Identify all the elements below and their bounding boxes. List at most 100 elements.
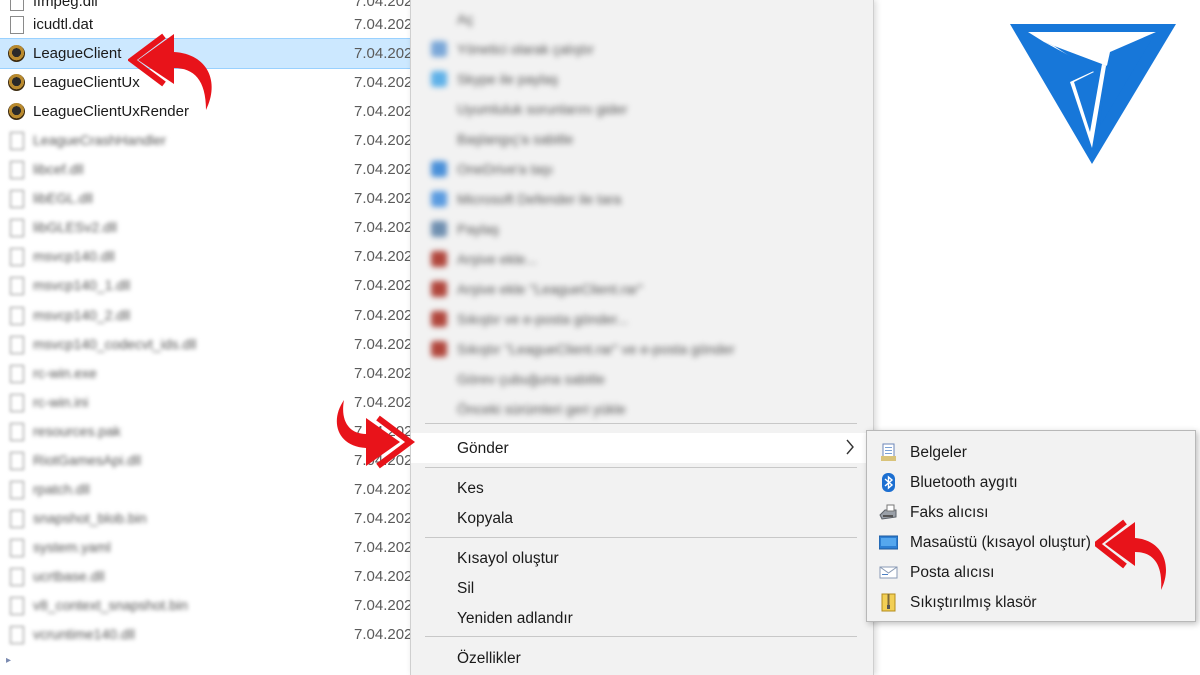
file-row[interactable]: msvcp140_2.dll 7.04.202	[0, 301, 412, 330]
menu-item-icon	[431, 311, 447, 327]
menu-item-icon	[431, 41, 447, 57]
file-name: LeagueCrashHandler	[33, 132, 167, 149]
blurred-menu-item[interactable]: Aç	[431, 8, 473, 30]
submenu-item-label: Belgeler	[910, 444, 967, 461]
file-date: 7.04.202	[354, 132, 413, 150]
league-app-icon	[8, 45, 25, 63]
menu-item-cut[interactable]: Kes	[411, 473, 871, 503]
file-row[interactable]: LeagueCrashHandler 7.04.202	[0, 126, 413, 155]
menu-item-icon	[431, 281, 447, 297]
submenu-item-label: Sıkıştırılmış klasör	[910, 594, 1037, 611]
file-row[interactable]: msvcp140_1.dll 7.04.202	[0, 271, 413, 300]
red-arrow-annotation-icon	[128, 33, 212, 110]
submenu-item-label: Masaüstü (kısayol oluştur)	[910, 534, 1091, 551]
file-name: msvcp140.dll	[33, 248, 115, 265]
file-date: 7.04.202	[354, 16, 413, 33]
blurred-menu-item[interactable]: Microsoft Defender ile tara	[431, 188, 621, 210]
menu-item-icon	[431, 191, 447, 207]
file-date: 7.04.202	[354, 597, 413, 614]
file-icon	[8, 277, 24, 296]
file-name: v8_context_snapshot.bin	[33, 597, 188, 613]
brand-logo	[1010, 24, 1176, 164]
file-date: 7.04.202	[354, 335, 413, 353]
file-date: 7.04.202	[354, 277, 413, 295]
file-row[interactable]: ucrtbase.dll 7.04.202	[0, 562, 412, 591]
file-row[interactable]: libGLESv2.dll 7.04.202	[0, 213, 413, 242]
file-icon	[8, 597, 24, 615]
file-name: rc-win.ini	[33, 393, 89, 410]
zip-folder-icon	[879, 593, 898, 612]
file-row[interactable]: libEGL.dll 7.04.202	[0, 184, 413, 213]
blurred-menu-item[interactable]: Arşive ekle...	[431, 248, 537, 270]
submenu-item-label: Posta alıcısı	[910, 564, 995, 581]
red-arrow-annotation-icon	[336, 400, 415, 469]
file-name: snapshot_blob.bin	[33, 509, 147, 526]
file-row[interactable]: msvcp140.dll 7.04.202	[0, 242, 412, 271]
menu-item-icon	[431, 71, 447, 87]
menu-item-label: Sıkıştır ve e-posta gönder...	[457, 311, 629, 327]
blurred-menu-item[interactable]: Sıkıştır "LeagueClient.rar" ve e-posta g…	[431, 338, 735, 360]
blurred-menu-item[interactable]: Paylaş	[431, 218, 499, 240]
menu-item-send-to[interactable]: Gönder	[411, 433, 871, 463]
file-icon	[8, 16, 24, 34]
menu-item-label: Sıkıştır "LeagueClient.rar" ve e-posta g…	[457, 341, 735, 357]
file-row[interactable]: rc-win.exe 7.04.202	[0, 359, 412, 388]
tree-expand-icon[interactable]: ▸	[6, 655, 16, 666]
documents-icon	[879, 443, 898, 462]
submenu-item-label: Faks alıcısı	[910, 504, 989, 521]
blurred-menu-item[interactable]: Görev çubuğuna sabitle	[431, 368, 605, 390]
menu-item-copy[interactable]: Kopyala	[411, 503, 871, 533]
blurred-menu-item[interactable]: Önceki sürümleri geri yükle	[431, 398, 626, 420]
context-menu: Aç Yönetici olarak çalıştır Skype ile payl…	[410, 0, 874, 675]
submenu-item-documents[interactable]: Belgeler	[867, 437, 1193, 467]
file-row[interactable]: msvcp140_codecvt_ids.dll 7.04.202	[0, 330, 413, 359]
file-row[interactable]: snapshot_blob.bin 7.04.202	[0, 504, 412, 533]
file-name: libEGL.dll	[33, 190, 93, 207]
blurred-menu-item[interactable]: Sıkıştır ve e-posta gönder...	[431, 308, 628, 330]
file-date: 7.04.202	[354, 626, 413, 644]
blurred-menu-item[interactable]: Başlangıç'a sabitle	[431, 128, 573, 150]
menu-item-icon	[431, 251, 447, 267]
menu-item-label: Skype ile paylaş	[457, 71, 559, 87]
menu-separator	[425, 636, 857, 637]
file-row[interactable]: rpatch.dll 7.04.202	[0, 475, 412, 504]
file-name: rpatch.dll	[33, 480, 90, 497]
file-row[interactable]: libcef.dll 7.04.202	[0, 155, 413, 184]
file-date: 7.04.202	[354, 538, 413, 556]
menu-item-properties[interactable]: Özellikler	[411, 643, 871, 673]
blurred-menu-item[interactable]: Uyumluluk sorunlarını gider	[431, 98, 627, 120]
file-icon	[8, 219, 24, 238]
mail-icon	[879, 563, 898, 582]
file-icon	[8, 132, 24, 151]
blurred-menu-item[interactable]: OneDrive'a taşı	[431, 158, 553, 180]
file-row[interactable]: system.yaml 7.04.202	[0, 533, 413, 562]
menu-item-rename[interactable]: Yeniden adlandır	[411, 603, 871, 633]
file-row[interactable]: v8_context_snapshot.bin 7.04.202	[0, 591, 413, 620]
menu-item-icon	[431, 101, 447, 117]
blurred-menu-item[interactable]: Skype ile paylaş	[431, 68, 558, 90]
file-date: 7.04.202	[354, 74, 413, 92]
file-icon	[8, 538, 24, 557]
menu-item-label: Kopyala	[457, 510, 514, 527]
file-name: LeagueClient	[33, 45, 122, 63]
file-icon	[8, 248, 24, 267]
file-date: 7.04.202	[354, 190, 413, 208]
file-date: 7.04.202	[354, 45, 413, 63]
fax-icon	[879, 503, 898, 522]
menu-item-create-shortcut[interactable]: Kısayol oluştur	[411, 543, 871, 573]
file-name: icudtl.dat	[33, 16, 94, 33]
file-row[interactable]: vcruntime140.dll 7.04.202	[0, 620, 413, 649]
file-date: 7.04.202	[354, 161, 413, 179]
file-icon	[8, 161, 24, 180]
blurred-menu-items: Aç Yönetici olarak çalıştır Skype ile payl…	[411, 0, 873, 420]
blurred-menu-item[interactable]: Yönetici olarak çalıştır	[431, 38, 594, 60]
menu-item-delete[interactable]: Sil	[411, 573, 871, 603]
file-name: libcef.dll	[33, 161, 84, 178]
menu-item-label: Paylaş	[457, 221, 500, 237]
file-date: 7.04.202	[354, 219, 413, 237]
menu-separator	[425, 467, 857, 468]
blurred-menu-item[interactable]: Arşive ekle "LeagueClient.rar"	[431, 278, 643, 300]
submenu-item-bluetooth[interactable]: Bluetooth aygıtı	[867, 467, 1193, 497]
menu-separator	[425, 423, 857, 424]
file-icon	[8, 190, 24, 209]
